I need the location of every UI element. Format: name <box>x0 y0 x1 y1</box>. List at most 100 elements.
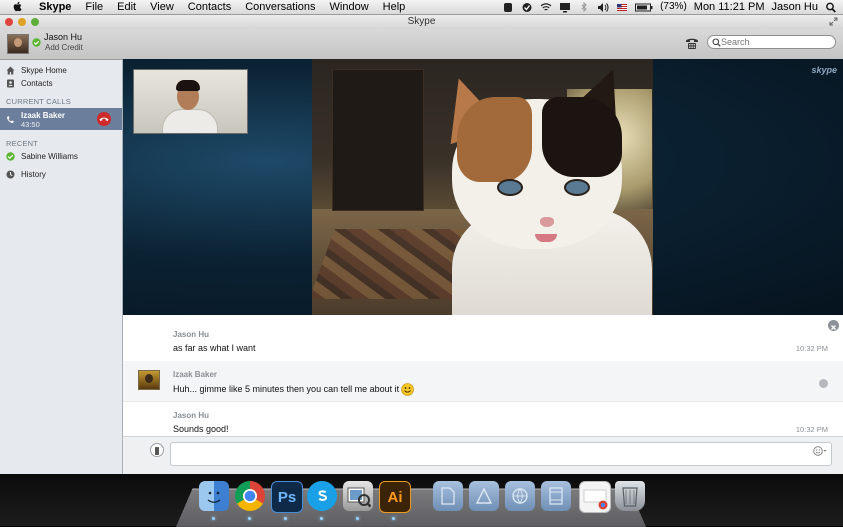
display-icon[interactable] <box>559 2 571 13</box>
preview-photo-icon <box>347 487 371 508</box>
applications-glyph-icon <box>475 487 493 504</box>
spotlight-search-icon[interactable] <box>825 2 837 13</box>
menubar-user[interactable]: Jason Hu <box>772 0 818 14</box>
message-text: Huh... gimme like 5 minutes then you can… <box>173 383 400 394</box>
search-input[interactable] <box>721 36 831 48</box>
flag-icon[interactable] <box>616 2 628 13</box>
sidebar-item-label: Sabine Williams <box>21 151 78 161</box>
menubar-clock[interactable]: Mon 11:21 PM <box>694 0 765 14</box>
menu-edit[interactable]: Edit <box>117 0 136 14</box>
dial-pad-icon[interactable] <box>685 36 699 50</box>
window-title: Skype <box>407 16 436 27</box>
smiley-emoticon-icon <box>401 383 414 396</box>
close-icon <box>831 325 836 330</box>
user-avatar[interactable] <box>7 34 29 54</box>
emoticon-picker-icon[interactable] <box>813 446 827 456</box>
sidebar: Skype Home Contacts CURRENT CALLS Izaak … <box>0 60 123 474</box>
chrome-running-indicator <box>248 517 251 520</box>
window-titlebar[interactable]: Skype <box>0 15 843 29</box>
chat-message: Izaak Baker Huh... gimme like 5 minutes … <box>123 361 843 402</box>
trash-icon[interactable] <box>615 481 645 511</box>
stack-preview-icon <box>583 489 608 510</box>
applications-folder-icon[interactable] <box>469 481 499 511</box>
close-window-button[interactable] <box>5 18 13 26</box>
hang-up-button[interactable] <box>97 112 111 126</box>
message-input[interactable] <box>170 442 832 466</box>
message-text: Sounds good! <box>173 424 229 434</box>
menu-conversations[interactable]: Conversations <box>245 0 315 14</box>
skype-window: Skype Jason Hu Add Credit Skype Home Con… <box>0 15 843 475</box>
fullscreen-icon[interactable] <box>829 17 838 26</box>
minimize-window-button[interactable] <box>18 18 26 26</box>
menu-view[interactable]: View <box>150 0 174 14</box>
menu-window[interactable]: Window <box>330 0 369 14</box>
preview-icon[interactable] <box>343 481 373 511</box>
preview-running-indicator <box>356 517 359 520</box>
document-glyph-icon <box>441 487 455 505</box>
search-box <box>707 35 836 49</box>
contact-avatar[interactable] <box>138 370 160 390</box>
sidebar-item-history[interactable]: History <box>0 167 122 181</box>
toolbar: Jason Hu Add Credit <box>0 29 843 60</box>
document-stack-icon[interactable] <box>579 481 611 513</box>
message-text-wrap: Huh... gimme like 5 minutes then you can… <box>173 383 414 396</box>
chat-message: Jason Hu as far as what I want 10:32 PM <box>123 321 843 362</box>
skype-status-icon[interactable] <box>521 2 533 13</box>
globe-glyph-icon <box>512 488 528 504</box>
online-status-icon <box>6 151 15 161</box>
current-calls-header: CURRENT CALLS <box>6 97 71 106</box>
menu-help[interactable]: Help <box>383 0 406 14</box>
message-author: Jason Hu <box>173 330 210 339</box>
message-options-icon[interactable] <box>819 379 828 388</box>
menu-contacts[interactable]: Contacts <box>188 0 231 14</box>
user-name[interactable]: Jason Hu <box>44 32 82 42</box>
sidebar-item-skype-home[interactable]: Skype Home <box>0 63 122 77</box>
send-sms-button[interactable] <box>150 443 164 457</box>
film-glyph-icon <box>549 487 563 505</box>
home-icon <box>6 66 15 74</box>
sidebar-item-current-call[interactable]: Izaak Baker 43:50 <box>0 108 122 130</box>
chat-message: Jason Hu Sounds good! 10:32 PM <box>123 402 843 436</box>
chrome-center-icon <box>243 489 257 503</box>
sidebar-item-sabine-williams[interactable]: Sabine Williams <box>0 149 122 163</box>
evernote-icon[interactable] <box>502 2 514 13</box>
compose-bar <box>123 436 843 475</box>
self-view-video[interactable] <box>133 69 248 134</box>
apple-menu-icon[interactable] <box>12 1 24 13</box>
status-menus: (73%) Mon 11:21 PM Jason Hu <box>502 0 837 14</box>
chrome-icon[interactable] <box>235 481 265 511</box>
add-credit-link[interactable]: Add Credit <box>45 43 83 52</box>
movies-folder-icon[interactable] <box>541 481 571 511</box>
skype-icon[interactable] <box>307 481 337 511</box>
illustrator-icon[interactable]: Ai <box>379 481 411 513</box>
chat-log[interactable]: Jason Hu as far as what I want 10:32 PM … <box>123 316 843 436</box>
message-author: Jason Hu <box>173 411 210 420</box>
battery-icon[interactable] <box>635 2 653 13</box>
window-controls <box>5 18 39 26</box>
wifi-icon[interactable] <box>540 2 552 13</box>
downloads-folder-icon[interactable] <box>505 481 535 511</box>
documents-folder-icon[interactable] <box>433 481 463 511</box>
online-status-icon[interactable] <box>32 38 41 47</box>
video-call-area[interactable]: skype <box>123 59 843 315</box>
app-menu[interactable]: Skype <box>39 0 71 14</box>
illustrator-running-indicator <box>392 517 395 520</box>
sidebar-item-contacts[interactable]: Contacts <box>0 76 122 90</box>
bluetooth-icon[interactable] <box>578 1 590 13</box>
finder-icon[interactable] <box>199 481 229 511</box>
trash-can-icon <box>622 487 638 507</box>
menu-bar: Skype File Edit View Contacts Conversati… <box>0 0 843 15</box>
menu-file[interactable]: File <box>85 0 103 14</box>
photoshop-icon[interactable]: Ps <box>271 481 303 513</box>
close-chat-button[interactable] <box>828 320 839 331</box>
illustrator-label: Ai <box>387 488 403 506</box>
zoom-window-button[interactable] <box>31 18 39 26</box>
volume-icon[interactable] <box>597 2 609 13</box>
mobile-phone-icon <box>155 447 159 455</box>
skype-logo: skype <box>811 65 837 75</box>
hang-up-icon <box>99 117 109 121</box>
call-contact-name: Izaak Baker <box>21 111 66 120</box>
sidebar-item-label: Contacts <box>21 78 53 88</box>
skype-s-icon <box>318 490 328 501</box>
message-text: as far as what I want <box>173 343 256 353</box>
